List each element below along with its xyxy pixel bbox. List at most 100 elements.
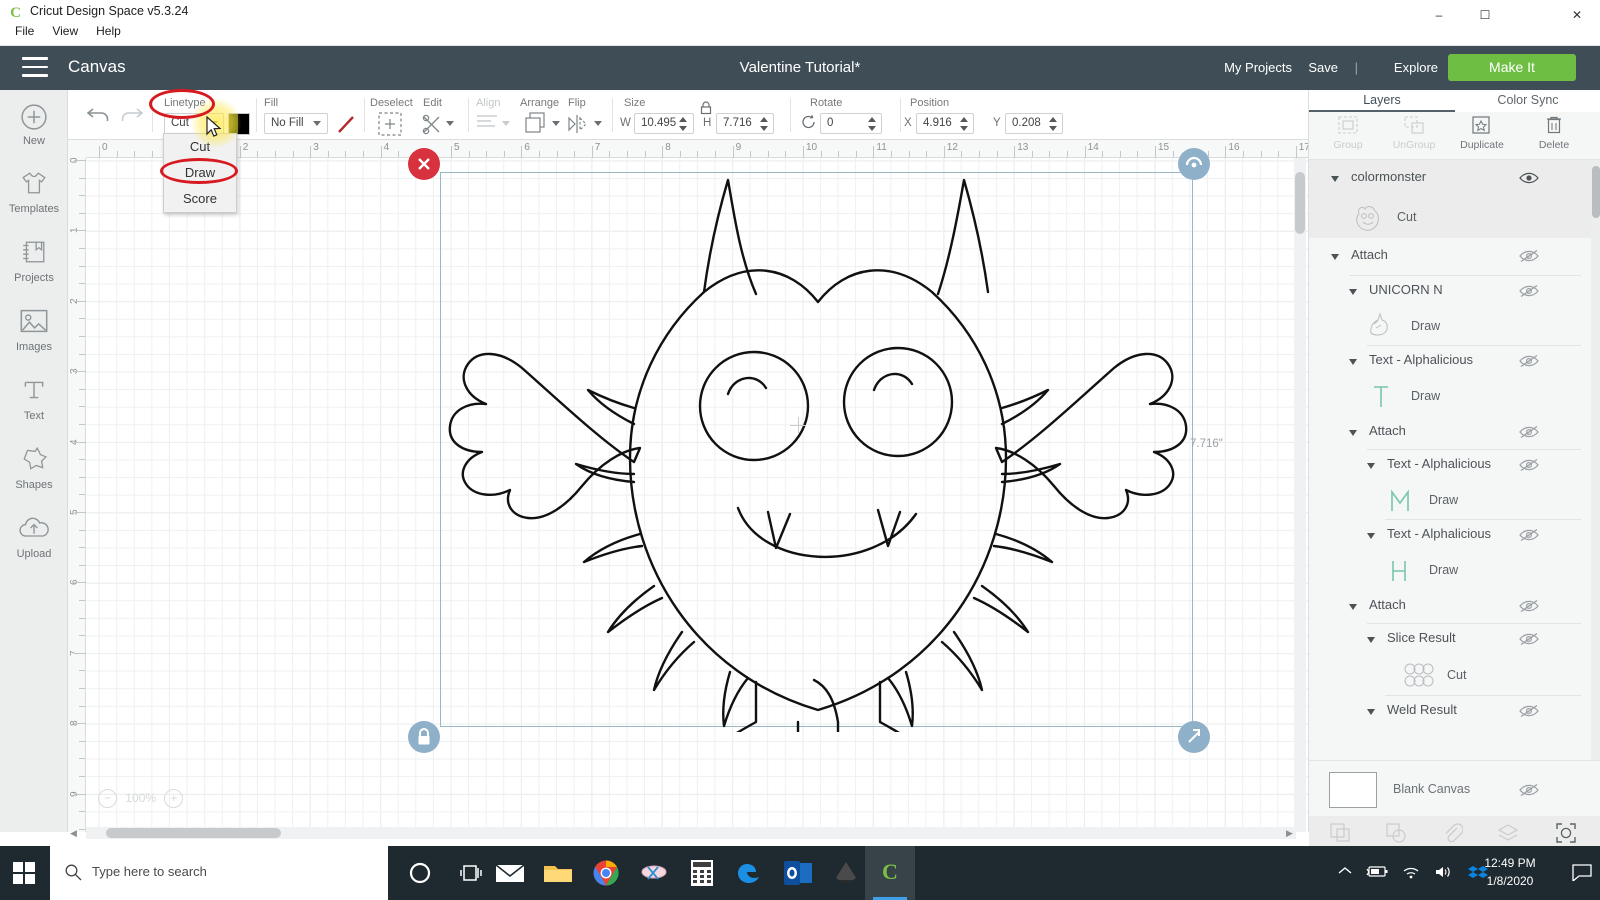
linetype-color-swatch[interactable]: [228, 113, 250, 135]
chevron-down-icon[interactable]: [1367, 463, 1375, 469]
sidebar-item-templates[interactable]: Templates: [0, 170, 68, 215]
rotate-handle-icon[interactable]: [1178, 148, 1210, 180]
windows-start-icon[interactable]: [0, 846, 48, 900]
eye-hidden-icon[interactable]: [1519, 284, 1539, 298]
design-canvas[interactable]: 7.716" 01234567891011121314151617 012345…: [68, 140, 1308, 832]
duplicate-button[interactable]: Duplicate: [1449, 115, 1515, 151]
layer-row-unicorn[interactable]: UNICORN N: [1309, 276, 1591, 308]
dashed-plus-icon[interactable]: [378, 112, 402, 136]
layer-row-colormonster-cut[interactable]: Cut: [1309, 198, 1591, 238]
blank-canvas-row[interactable]: Blank Canvas: [1309, 760, 1600, 818]
right-panel-tabs[interactable]: Layers Color Sync: [1309, 90, 1600, 112]
layer-row-text-m[interactable]: Text - Alphalicious: [1309, 450, 1591, 482]
scissors-icon[interactable]: [420, 112, 446, 136]
layer-row-unicorn-draw[interactable]: Draw: [1309, 308, 1591, 346]
canvas-vertical-scrollbar[interactable]: [1294, 158, 1306, 832]
layer-row-slice-result[interactable]: Slice Result: [1309, 624, 1591, 656]
sidebar-item-images[interactable]: Images: [0, 308, 68, 353]
delete-handle-icon[interactable]: [408, 148, 440, 180]
layer-row-text-h-draw[interactable]: Draw: [1309, 552, 1591, 590]
window-menubar[interactable]: File View Help: [6, 24, 130, 38]
chevron-down-icon[interactable]: [1331, 176, 1339, 182]
edit-caret-icon[interactable]: [446, 121, 454, 126]
sidebar-item-new[interactable]: New: [0, 102, 68, 147]
chevron-down-icon[interactable]: [1349, 289, 1357, 295]
inkscape-icon[interactable]: [821, 846, 871, 900]
battery-icon[interactable]: [1366, 865, 1388, 879]
sidebar-item-text[interactable]: Text: [0, 377, 68, 422]
layers-scrollbar[interactable]: [1591, 160, 1600, 760]
layers-list[interactable]: colormonster Cut Attach UNICORN N Draw T…: [1309, 160, 1600, 760]
save-link[interactable]: Save: [1308, 60, 1338, 75]
diagonal-red-line-icon[interactable]: [336, 113, 356, 135]
taskbar-clock[interactable]: 12:49 PM 1/8/2020: [1472, 854, 1548, 890]
linetype-option-score[interactable]: Score: [164, 186, 236, 212]
eye-hidden-icon[interactable]: [1519, 632, 1539, 646]
eye-hidden-icon[interactable]: [1519, 458, 1539, 472]
menu-help[interactable]: Help: [87, 24, 130, 38]
linetype-dropdown-menu[interactable]: Cut Draw Score: [163, 133, 237, 213]
eye-hidden-icon[interactable]: [1519, 249, 1539, 263]
delete-button[interactable]: Delete: [1521, 115, 1587, 151]
edge-icon[interactable]: [725, 846, 775, 900]
minimize-icon[interactable]: –: [1416, 0, 1462, 30]
chevron-up-icon[interactable]: [1338, 865, 1352, 877]
layer-row-text-h[interactable]: Text - Alphalicious: [1309, 520, 1591, 552]
maximize-icon[interactable]: ☐: [1462, 0, 1508, 30]
chevron-down-icon[interactable]: [1367, 637, 1375, 643]
eye-hidden-icon[interactable]: [1519, 528, 1539, 542]
layer-row-text-t[interactable]: Text - Alphalicious: [1309, 346, 1591, 378]
fill-caret-icon[interactable]: [313, 121, 321, 126]
layers-scroll-thumb[interactable]: [1592, 166, 1600, 218]
layers-arrange-icon[interactable]: [524, 112, 548, 136]
sidebar-item-projects[interactable]: Projects: [0, 239, 68, 284]
chevron-down-icon[interactable]: [1349, 430, 1357, 436]
layer-row-weld-result[interactable]: Weld Result: [1309, 696, 1591, 728]
chevron-down-icon[interactable]: [1349, 359, 1357, 365]
my-projects-link[interactable]: My Projects: [1224, 60, 1292, 75]
rotate-stepper[interactable]: [868, 116, 876, 132]
linetype-option-draw[interactable]: Draw: [164, 160, 236, 186]
arrange-caret-icon[interactable]: [552, 121, 560, 126]
make-it-button[interactable]: Make It: [1448, 54, 1576, 81]
sidebar-item-shapes[interactable]: Shapes: [0, 446, 68, 491]
eye-hidden-icon[interactable]: [1519, 783, 1539, 797]
explore-dropdown[interactable]: Explore: [1394, 60, 1438, 75]
tab-color-sync[interactable]: Color Sync: [1455, 90, 1600, 112]
scroll-right-arrow-icon[interactable]: ▶: [1286, 828, 1293, 839]
flip-caret-icon[interactable]: [594, 121, 602, 126]
linetype-option-cut[interactable]: Cut: [164, 134, 236, 160]
layer-row-colormonster[interactable]: colormonster: [1309, 160, 1591, 198]
eye-visible-icon[interactable]: [1519, 171, 1539, 185]
height-stepper[interactable]: [760, 116, 768, 132]
chevron-down-icon[interactable]: [1349, 604, 1357, 610]
linetype-caret-icon[interactable]: [210, 121, 218, 126]
layer-row-attach-3[interactable]: Attach: [1309, 590, 1591, 624]
group-button[interactable]: Group: [1315, 115, 1381, 151]
wifi-icon[interactable]: [1402, 865, 1420, 879]
flip-icon[interactable]: [566, 112, 592, 136]
chevron-down-icon[interactable]: [1331, 254, 1339, 260]
lock-handle-icon[interactable]: [408, 721, 440, 753]
position-x-stepper[interactable]: [960, 116, 968, 132]
position-y-stepper[interactable]: [1049, 116, 1057, 132]
layer-row-attach-1[interactable]: Attach: [1309, 238, 1591, 276]
eye-hidden-icon[interactable]: [1519, 704, 1539, 718]
chevron-down-icon[interactable]: [1367, 709, 1375, 715]
lock-icon[interactable]: [698, 99, 714, 115]
chevron-down-icon[interactable]: [1367, 533, 1375, 539]
eye-hidden-icon[interactable]: [1519, 354, 1539, 368]
cortana-circle-icon[interactable]: [395, 846, 445, 900]
search-input[interactable]: Type here to search: [50, 846, 388, 900]
eye-hidden-icon[interactable]: [1519, 425, 1539, 439]
zoom-control[interactable]: − 100% +: [98, 789, 184, 808]
mail-icon[interactable]: [485, 846, 535, 900]
scroll-left-arrow-icon[interactable]: ◀: [70, 828, 77, 839]
layer-row-text-t-draw[interactable]: Draw: [1309, 378, 1591, 416]
layer-row-slice-cut[interactable]: Cut: [1309, 656, 1591, 696]
layer-row-text-m-draw[interactable]: Draw: [1309, 482, 1591, 520]
resize-handle-icon[interactable]: [1178, 721, 1210, 753]
outlook-icon[interactable]: [773, 846, 823, 900]
notification-icon[interactable]: [1572, 864, 1592, 881]
color-monster-artwork[interactable]: [438, 162, 1198, 732]
